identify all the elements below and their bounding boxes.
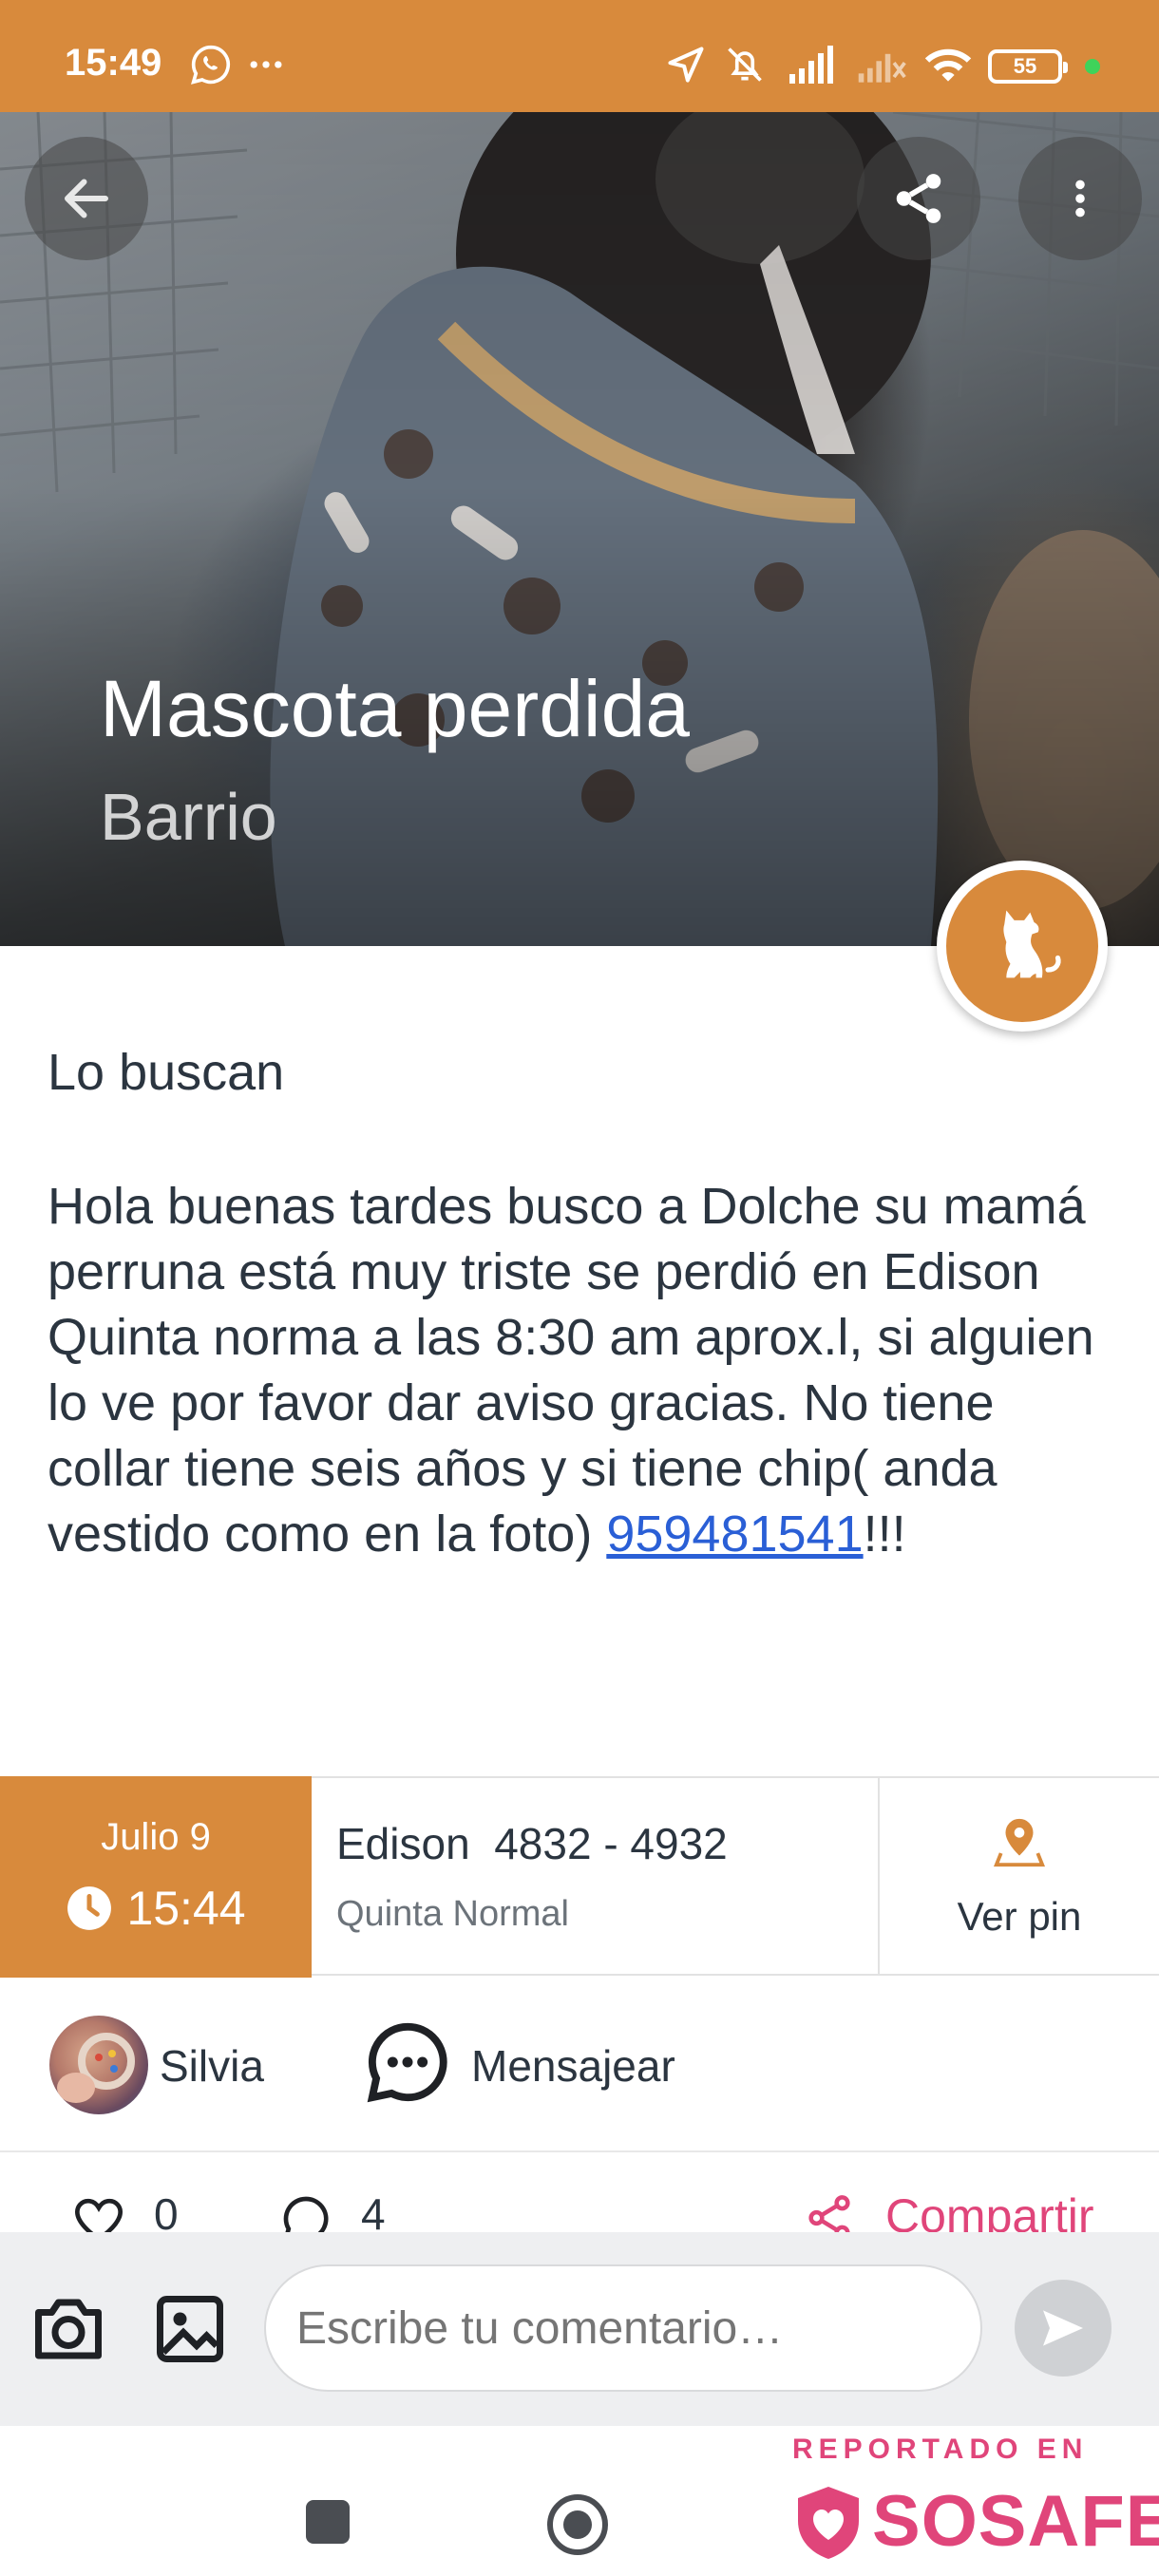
- post-description: Hola buenas tardes busco a Dolche su mam…: [48, 1174, 1121, 1567]
- avatar-image: [57, 2033, 135, 2103]
- share-button[interactable]: Compartir: [885, 2188, 1093, 2234]
- comment-icon[interactable]: [279, 2192, 332, 2234]
- post-time-row: 15:44: [0, 1881, 312, 1936]
- view-pin-label: Ver pin: [957, 1894, 1082, 1939]
- address: Edison 4832 - 4932: [336, 1819, 728, 1868]
- watermark-brand: SOSAFE: [872, 2481, 1159, 2562]
- back-button[interactable]: [25, 137, 148, 260]
- shield-heart-icon: [798, 2487, 859, 2559]
- message-button[interactable]: Mensajear: [471, 2040, 675, 2092]
- post-time: 15:44: [126, 1882, 246, 1935]
- camera-icon[interactable]: [28, 2289, 108, 2369]
- post-category: Lo buscan: [48, 1044, 285, 1101]
- battery-icon: 55: [988, 49, 1068, 84]
- description-end: !!!: [863, 1506, 906, 1563]
- mute-icon: [728, 47, 762, 82]
- recents-button[interactable]: [306, 2500, 350, 2544]
- battery-level: 55: [1013, 54, 1037, 78]
- post-date: Julio 9: [101, 1816, 211, 1858]
- comment-bar: [0, 2232, 1159, 2426]
- hero-image: Mascota perdida Barrio: [0, 112, 1159, 946]
- wifi-icon: [924, 48, 972, 82]
- signal-weak-icon: [858, 53, 906, 83]
- more-notifications-icon: [250, 61, 282, 68]
- sosafe-logo: SOSAFE: [792, 2479, 1159, 2565]
- page-subtitle: Barrio: [100, 780, 277, 854]
- date-box: Julio 9 15:44: [0, 1776, 312, 1978]
- address-box: Edison 4832 - 4932 Quinta Normal: [312, 1778, 880, 1974]
- location-icon: [668, 47, 704, 83]
- whatsapp-icon: [191, 45, 231, 85]
- page-title: Mascota perdida: [100, 664, 691, 753]
- clock-icon: [67, 1886, 112, 1930]
- info-row: Julio 9 15:44 Edison 4832 - 4932 Quinta …: [0, 1776, 1159, 1978]
- author-name[interactable]: Silvia: [160, 2040, 264, 2092]
- chat-bubble-icon[interactable]: [363, 2017, 452, 2107]
- map-pin-icon: [993, 1818, 1046, 1867]
- more-options-button[interactable]: [1018, 137, 1142, 260]
- comments-count: 4: [361, 2189, 386, 2234]
- more-vertical-icon: [1075, 180, 1085, 218]
- home-button[interactable]: [547, 2494, 608, 2555]
- privacy-indicator-dot: [1085, 59, 1100, 74]
- watermark-caption: REPORTADO EN: [792, 2434, 1089, 2465]
- comment-input[interactable]: [264, 2264, 982, 2392]
- actions-row: 0 4 Compartir: [0, 2154, 1159, 2234]
- arrow-left-icon: [65, 179, 108, 218]
- share-icon[interactable]: [804, 2192, 855, 2234]
- description-text: Hola buenas tardes busco a Dolche su mam…: [48, 1178, 1094, 1563]
- commune: Quinta Normal: [336, 1894, 569, 1934]
- status-time: 15:49: [65, 42, 162, 84]
- share-top-button[interactable]: [857, 137, 980, 260]
- category-badge: [937, 861, 1108, 1032]
- heart-icon[interactable]: [72, 2192, 125, 2234]
- status-bar: 15:49 55: [0, 0, 1159, 112]
- send-button[interactable]: [1015, 2280, 1112, 2377]
- view-pin-button[interactable]: Ver pin: [880, 1778, 1159, 1974]
- likes-count: 0: [154, 2189, 179, 2234]
- dog-icon: [1003, 910, 1061, 978]
- send-icon: [1043, 2310, 1083, 2346]
- signal-icon: [789, 46, 833, 84]
- avatar[interactable]: [49, 2016, 148, 2114]
- phone-link[interactable]: 959481541: [606, 1506, 863, 1563]
- share-icon: [896, 174, 941, 223]
- gallery-icon[interactable]: [150, 2289, 230, 2369]
